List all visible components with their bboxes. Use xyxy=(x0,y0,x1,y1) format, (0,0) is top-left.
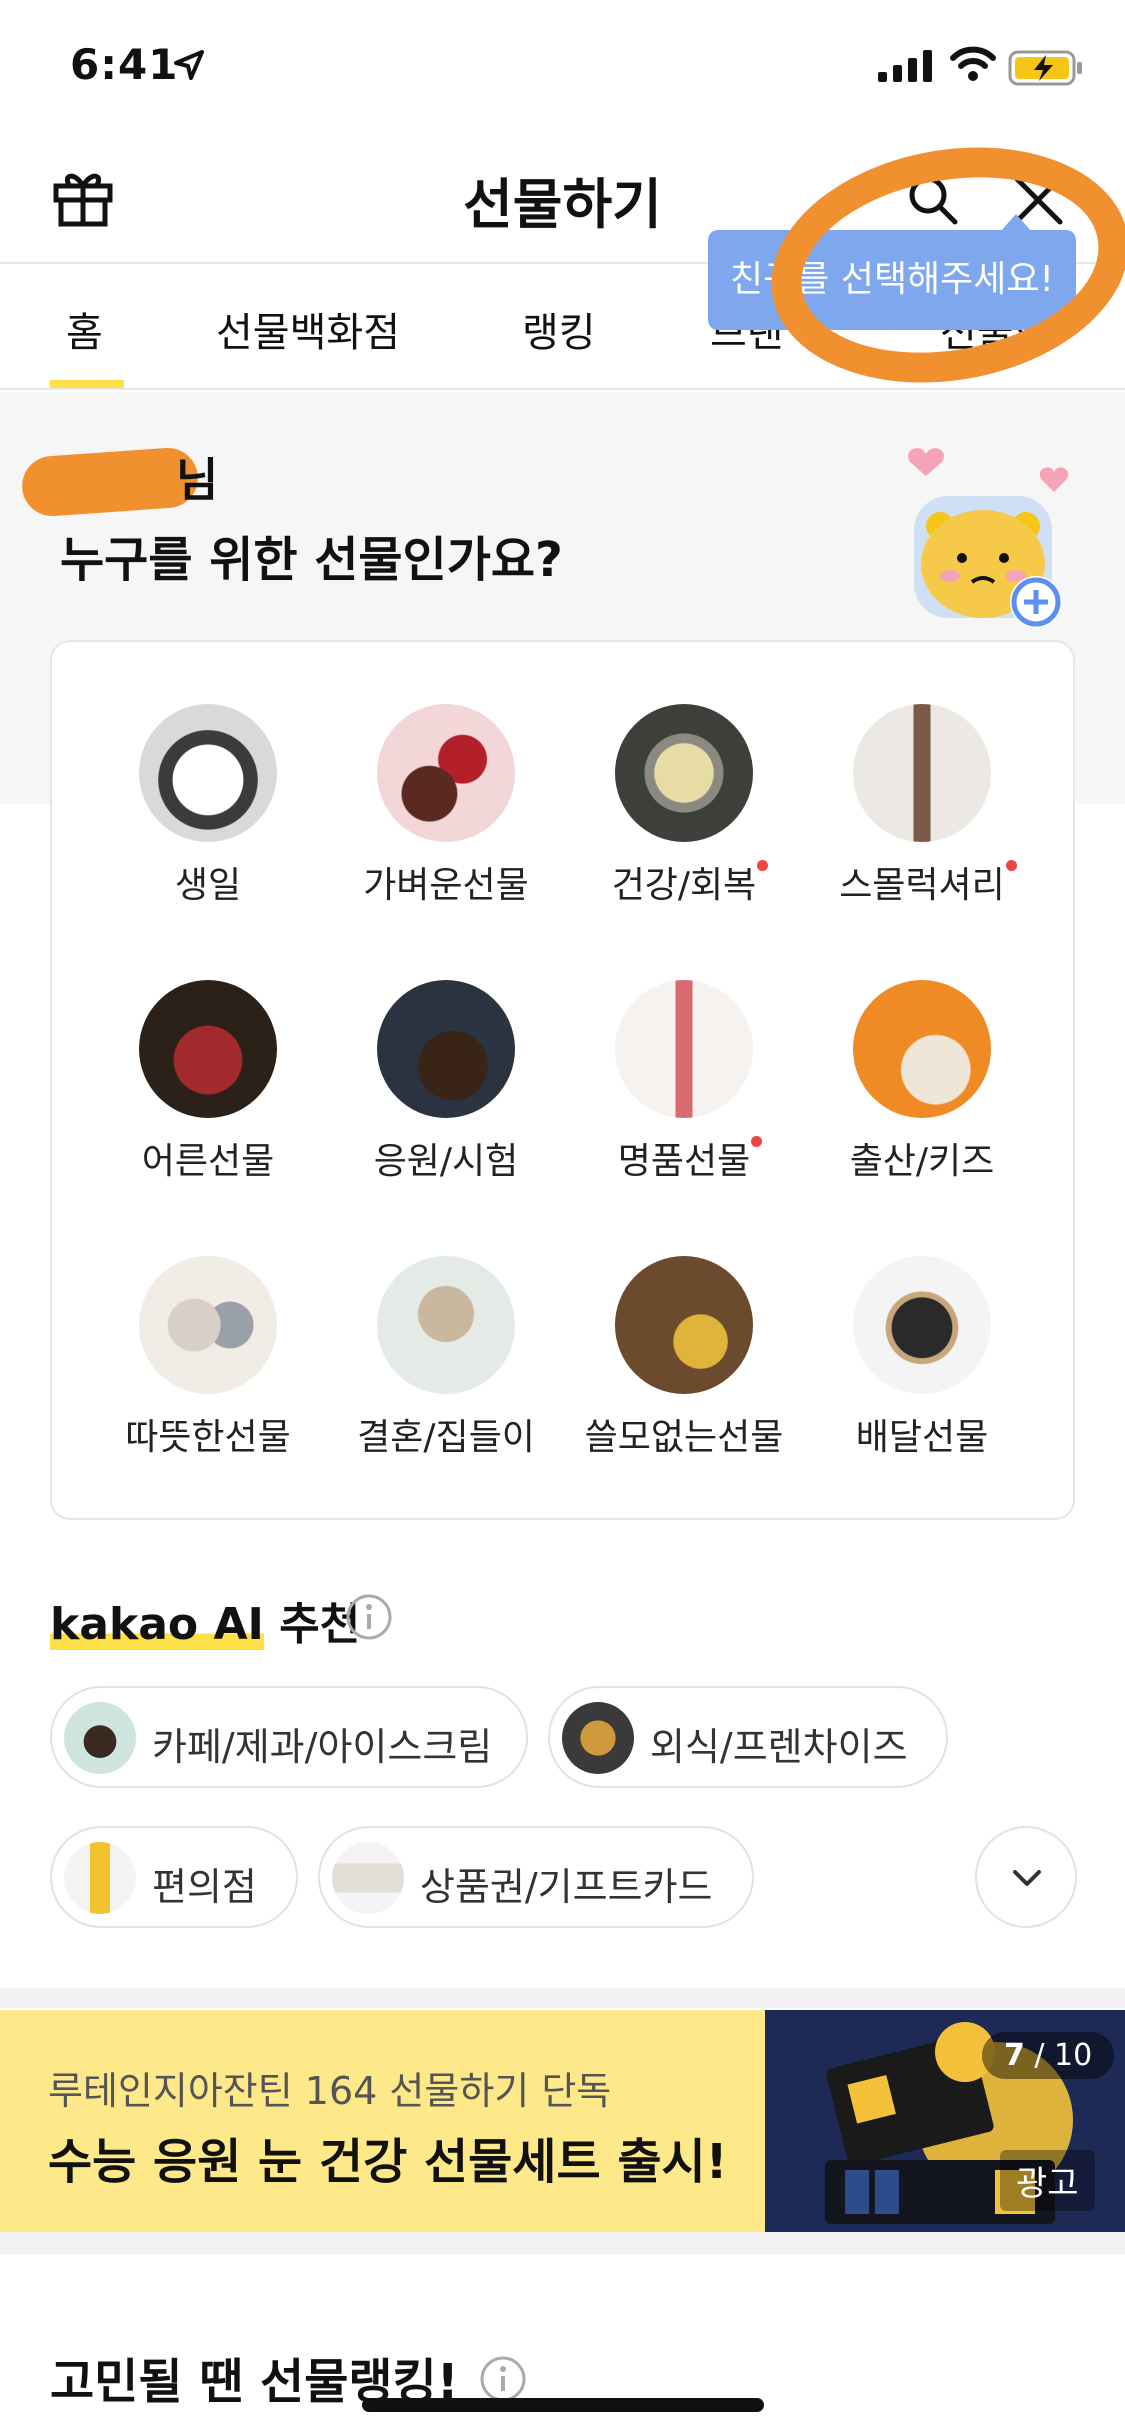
chip-dining-franchise[interactable]: 외식/프렌차이즈 xyxy=(548,1686,948,1788)
category-grid-card: 생일 가벼운선물 건강/회복 스몰럭셔리 어른선물 응원/시험 명품선물 출산/… xyxy=(50,640,1075,1520)
category-label: 쓸모없는선물 xyxy=(584,1417,784,1458)
slippers-thumbnail xyxy=(139,1256,277,1394)
category-label: 출산/키즈 xyxy=(849,1141,995,1182)
banner-subtitle: 루테인지아잔틴 164 선물하기 단독 xyxy=(48,2069,612,2113)
category-small-luxury[interactable]: 스몰럭셔리 xyxy=(802,704,1042,908)
soju-set-thumbnail xyxy=(615,1256,753,1394)
banner-page-counter: 7 / 10 xyxy=(982,2032,1115,2079)
new-badge-dot xyxy=(757,860,769,871)
glassware-thumbnail xyxy=(377,1256,515,1394)
ai-recommend-heading: kakao AI 추천 xyxy=(50,1588,360,1652)
expand-chips-button[interactable] xyxy=(975,1826,1077,1928)
section-divider xyxy=(0,1988,1125,2008)
category-label: 배달선물 xyxy=(855,1417,989,1458)
active-tab-indicator xyxy=(50,380,124,388)
category-cheer-exam[interactable]: 응원/시험 xyxy=(326,980,566,1184)
category-health-recovery[interactable]: 건강/회복 xyxy=(564,704,804,908)
cosmetic-tube-thumbnail xyxy=(853,704,991,842)
beef-box-thumbnail xyxy=(139,980,277,1118)
category-useless-gift[interactable]: 쓸모없는선물 xyxy=(564,1256,804,1460)
category-label: 가벼운선물 xyxy=(363,865,529,906)
battery-charging-icon xyxy=(1008,50,1082,86)
info-icon[interactable] xyxy=(344,1592,394,1642)
cake-and-cups-thumbnail xyxy=(377,704,515,842)
location-arrow-icon xyxy=(174,50,204,80)
greeting-suffix: 님 xyxy=(176,453,219,507)
lipstick-thumbnail xyxy=(615,980,753,1118)
banner-title: 수능 응원 눈 건강 선물세트 출시! xyxy=(48,2134,728,2190)
category-label: 명품선물 xyxy=(618,1132,763,1184)
chocolate-box-thumbnail xyxy=(377,980,515,1118)
section-divider xyxy=(0,2232,1125,2254)
chip-label: 편의점 xyxy=(152,1865,257,1909)
chip-label: 상품권/기프트카드 xyxy=(420,1865,713,1909)
chip-label: 외식/프렌차이즈 xyxy=(650,1725,908,1769)
category-light-gift[interactable]: 가벼운선물 xyxy=(326,704,566,908)
category-birthday[interactable]: 생일 xyxy=(88,704,328,908)
kids-gift-box-thumbnail xyxy=(853,980,991,1118)
category-elder-gift[interactable]: 어른선물 xyxy=(88,980,328,1184)
gift-card-thumbnail xyxy=(332,1842,404,1914)
category-label: 어른선물 xyxy=(141,1141,275,1182)
category-label: 생일 xyxy=(174,865,242,906)
friend-select-avatar[interactable] xyxy=(900,432,1080,632)
cafe-thumbnail xyxy=(64,1702,136,1774)
tab-ranking[interactable]: 랭킹 xyxy=(522,300,596,358)
promo-banner[interactable]: 루테인지아잔틴 164 선물하기 단독 수능 응원 눈 건강 선물세트 출시! … xyxy=(0,2010,1125,2232)
dining-thumbnail xyxy=(562,1702,634,1774)
kakao-ai-brand: kakao AI xyxy=(50,1599,264,1650)
chip-label: 카페/제과/아이스크림 xyxy=(152,1725,493,1769)
category-label: 건강/회복 xyxy=(612,856,769,908)
chip-convenience-store[interactable]: 편의점 xyxy=(50,1826,298,1928)
tab-home[interactable]: 홈 xyxy=(66,300,103,358)
chip-cafe-bakery-icecream[interactable]: 카페/제과/아이스크림 xyxy=(50,1686,528,1788)
category-label: 따뜻한선물 xyxy=(125,1417,291,1458)
recipient-question: 누구를 위한 선물인가요? xyxy=(60,532,563,588)
convenience-thumbnail xyxy=(64,1842,136,1914)
signal-icon xyxy=(878,50,932,82)
category-label: 스몰럭셔리 xyxy=(839,856,1017,908)
porridge-thumbnail xyxy=(615,704,753,842)
category-label: 응원/시험 xyxy=(373,1141,519,1182)
chevron-down-icon xyxy=(1013,1870,1041,1886)
tab-gift-department-store[interactable]: 선물백화점 xyxy=(216,300,400,358)
chip-gift-card[interactable]: 상품권/기프트카드 xyxy=(318,1826,754,1928)
category-baby-kids[interactable]: 출산/키즈 xyxy=(802,980,1042,1184)
category-luxury-gift[interactable]: 명품선물 xyxy=(564,980,804,1184)
wifi-icon xyxy=(950,46,996,81)
new-badge-dot xyxy=(1005,860,1017,871)
category-label: 결혼/집들이 xyxy=(357,1417,535,1458)
ad-label: 광고 xyxy=(1000,2150,1095,2211)
status-time: 6:41 xyxy=(70,40,179,89)
info-icon[interactable] xyxy=(478,2354,528,2404)
status-bar: 6:41 xyxy=(0,0,1125,132)
redacted-name-mark xyxy=(20,445,200,519)
category-delivery-gift[interactable]: 배달선물 xyxy=(802,1256,1042,1460)
category-warm-gift[interactable]: 따뜻한선물 xyxy=(88,1256,328,1460)
home-indicator[interactable] xyxy=(362,2398,764,2412)
birthday-cake-thumbnail xyxy=(139,704,277,842)
new-badge-dot xyxy=(751,1136,763,1147)
category-wedding-housewarming[interactable]: 결혼/집들이 xyxy=(326,1256,566,1460)
food-box-thumbnail xyxy=(853,1256,991,1394)
